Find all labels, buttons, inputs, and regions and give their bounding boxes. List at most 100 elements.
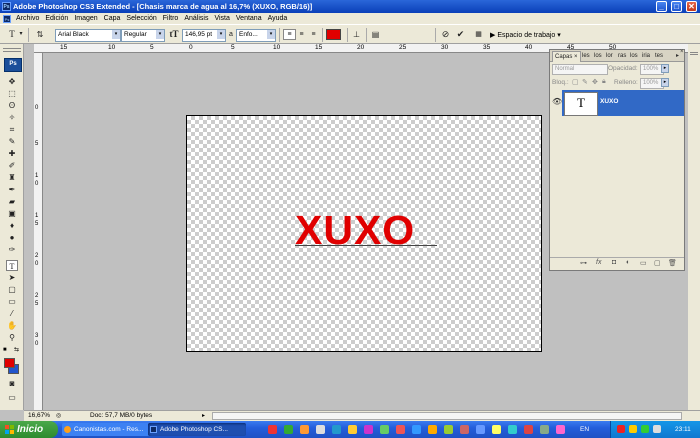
blend-mode-select[interactable]: Normal	[552, 64, 608, 75]
quicklaunch-icon-13[interactable]	[460, 425, 469, 434]
fill-slider-icon[interactable]: ▸	[661, 78, 669, 87]
shape-tool-icon[interactable]: ▢	[6, 284, 18, 295]
close-button[interactable]: ✕	[686, 1, 697, 12]
lock-pixels-icon[interactable]: ✎	[582, 78, 588, 86]
slice-tool-icon[interactable]: ✎	[6, 136, 18, 147]
taskbar-item-browser[interactable]: Canonistas.com - Res...	[62, 423, 156, 436]
tab-capas[interactable]: Capas ×	[552, 51, 581, 62]
menu-seleccion[interactable]: Selección	[123, 15, 159, 22]
tab-5[interactable]: ras	[616, 51, 628, 61]
tab-3[interactable]: los	[592, 51, 604, 61]
tray-icon-1[interactable]	[617, 425, 625, 433]
antialias-select[interactable]: Enfo... ▾	[236, 29, 276, 42]
text-orientation-icon[interactable]: ⇅	[34, 29, 46, 40]
text-color-swatch[interactable]	[326, 29, 341, 40]
quicklaunch-icon-6[interactable]	[348, 425, 357, 434]
hand-tool-icon[interactable]: ✋	[6, 320, 18, 331]
eyedropper-tool-icon[interactable]: ⁄	[6, 308, 18, 319]
adjustment-layer-icon[interactable]: ◐	[626, 259, 630, 266]
warp-text-icon[interactable]: ⊥	[351, 29, 362, 40]
visibility-eye-icon[interactable]: 👁︎	[552, 97, 562, 106]
layer-row-xuxo[interactable]: T XUXO	[562, 90, 684, 116]
new-layer-icon[interactable]: ▢	[654, 259, 661, 267]
document-canvas[interactable]: XUXO	[186, 115, 542, 352]
menu-filtro[interactable]: Filtro	[160, 15, 182, 22]
tab-8[interactable]: tes	[653, 51, 665, 61]
align-right-icon[interactable]: ≡	[308, 29, 319, 40]
tray-icon-4[interactable]	[653, 425, 661, 433]
quicklaunch-icon-16[interactable]	[508, 425, 517, 434]
quicklaunch-icon-1[interactable]	[268, 425, 277, 434]
font-family-select[interactable]: Arial Black ▾	[55, 29, 121, 42]
quicklaunch-icon-15[interactable]	[492, 425, 501, 434]
lock-transparency-icon[interactable]: ▢	[572, 78, 579, 86]
tab-2[interactable]: les	[580, 51, 592, 61]
pen-tool-icon[interactable]: ✑	[6, 244, 18, 255]
tab-6[interactable]: los	[628, 51, 640, 61]
panel-close-icon[interactable]: ×	[680, 49, 686, 55]
type-tool-icon[interactable]: T	[6, 260, 18, 271]
menu-app-icon[interactable]: Ps	[3, 14, 11, 23]
eraser-tool-icon[interactable]: ▰	[6, 196, 18, 207]
magic-wand-tool-icon[interactable]: ✧	[6, 112, 18, 123]
photoshop-logo[interactable]: Ps	[4, 58, 22, 72]
quicklaunch-icon-14[interactable]	[476, 425, 485, 434]
layer-style-icon[interactable]: fx	[596, 259, 601, 266]
quicklaunch-icon-3[interactable]	[300, 425, 309, 434]
commit-check-icon[interactable]: ✔	[455, 29, 466, 40]
quicklaunch-icon-5[interactable]	[332, 425, 341, 434]
layer-mask-icon[interactable]: ◘	[612, 259, 616, 266]
layer-name[interactable]: XUXO	[600, 98, 618, 105]
toolbox-grip[interactable]	[3, 48, 21, 52]
tray-icon-2[interactable]	[629, 425, 637, 433]
horizontal-scrollbar[interactable]	[212, 412, 682, 420]
menu-edicion[interactable]: Edición	[42, 15, 71, 22]
swap-colors-icon[interactable]: ⇆	[14, 346, 19, 353]
link-layers-icon[interactable]: ⊶	[580, 259, 587, 267]
font-style-select[interactable]: Regular ▾	[121, 29, 165, 42]
brush-tool-icon[interactable]: ✐	[6, 160, 18, 171]
menu-analisis[interactable]: Análisis	[181, 15, 211, 22]
quicklaunch-icon-18[interactable]	[540, 425, 549, 434]
quicklaunch-icon-8[interactable]	[380, 425, 389, 434]
taskbar-item-photoshop[interactable]: Adobe Photoshop CS...	[148, 423, 246, 436]
minimize-button[interactable]: _	[656, 1, 667, 12]
preset-dropdown-icon[interactable]: ▾	[18, 29, 24, 40]
quicklaunch-icon-2[interactable]	[284, 425, 293, 434]
type-tool-preset-icon[interactable]: T	[6, 29, 18, 40]
lock-all-icon[interactable]: 🔒︎	[602, 78, 606, 86]
crop-tool-icon[interactable]: ⌗	[6, 124, 18, 135]
notes-tool-icon[interactable]: ▭	[6, 296, 18, 307]
new-group-icon[interactable]: ▭	[640, 259, 647, 267]
quicklaunch-icon-11[interactable]	[428, 425, 437, 434]
tab-4[interactable]: lor	[604, 51, 615, 61]
quicklaunch-icon-12[interactable]	[444, 425, 453, 434]
quicklaunch-icon-10[interactable]	[412, 425, 421, 434]
palette-well-icon[interactable]: ▦	[473, 29, 484, 40]
font-size-select[interactable]: 146,95 pt ▾	[182, 29, 226, 42]
dock-grip-icon[interactable]	[690, 52, 698, 55]
history-brush-tool-icon[interactable]: ✒	[6, 184, 18, 195]
status-menu-icon[interactable]: ▸	[202, 411, 205, 421]
clone-stamp-tool-icon[interactable]: ♜	[6, 172, 18, 183]
quicklaunch-icon-17[interactable]	[524, 425, 533, 434]
character-panel-icon[interactable]: ▤	[370, 29, 381, 40]
zoom-tool-icon[interactable]: ⚲	[6, 332, 18, 343]
tab-7[interactable]: iria	[640, 51, 652, 61]
quick-mask-icon[interactable]: ◙	[6, 378, 18, 389]
gradient-tool-icon[interactable]: ▣	[6, 208, 18, 219]
path-selection-tool-icon[interactable]: ➤	[6, 272, 18, 283]
quicklaunch-icon-19[interactable]	[556, 425, 565, 434]
vertical-ruler[interactable]: 0 5 1 0 1 5 2 0 2 5 3 0	[34, 53, 43, 410]
marquee-tool-icon[interactable]: ⬚	[6, 88, 18, 99]
default-colors-icon[interactable]: ■	[3, 347, 7, 353]
cancel-icon[interactable]: ⊘	[440, 29, 451, 40]
dodge-tool-icon[interactable]: ●	[6, 232, 18, 243]
quicklaunch-icon-9[interactable]	[396, 425, 405, 434]
menu-ayuda[interactable]: Ayuda	[265, 15, 291, 22]
quicklaunch-icon-4[interactable]	[316, 425, 325, 434]
zoom-level[interactable]: 16,67%	[28, 411, 50, 421]
align-center-icon[interactable]: ≡	[296, 29, 307, 40]
delete-layer-icon[interactable]: 🗑︎	[668, 259, 677, 267]
status-info-icon[interactable]: ◎	[56, 411, 61, 421]
